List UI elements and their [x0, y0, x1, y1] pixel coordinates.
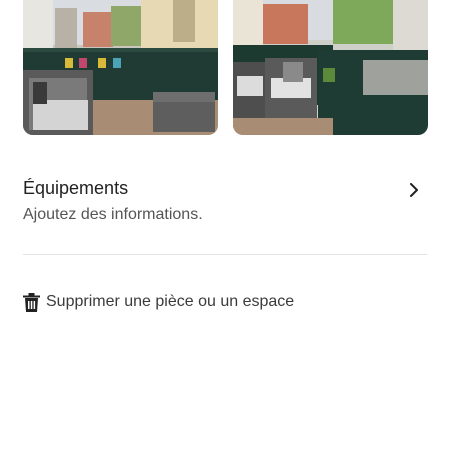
- amenities-title: Équipements: [23, 178, 129, 198]
- terrace-photo-1-image: [23, 0, 218, 135]
- delete-room-label: Supprimer une pièce ou un espace: [46, 293, 295, 310]
- section-divider: [23, 254, 427, 255]
- amenities-subtitle: Ajoutez des informations.: [23, 206, 203, 223]
- delete-room-button[interactable]: Supprimer une pièce ou un espace: [23, 290, 294, 314]
- amenities-row[interactable]: Équipements Ajoutez des informations.: [23, 172, 427, 232]
- trash-icon: [23, 292, 40, 312]
- chevron-right-icon[interactable]: [409, 183, 419, 197]
- terrace-photo-1[interactable]: [23, 0, 218, 135]
- terrace-photo-2[interactable]: [233, 0, 428, 135]
- terrace-photo-2-image: [233, 0, 428, 135]
